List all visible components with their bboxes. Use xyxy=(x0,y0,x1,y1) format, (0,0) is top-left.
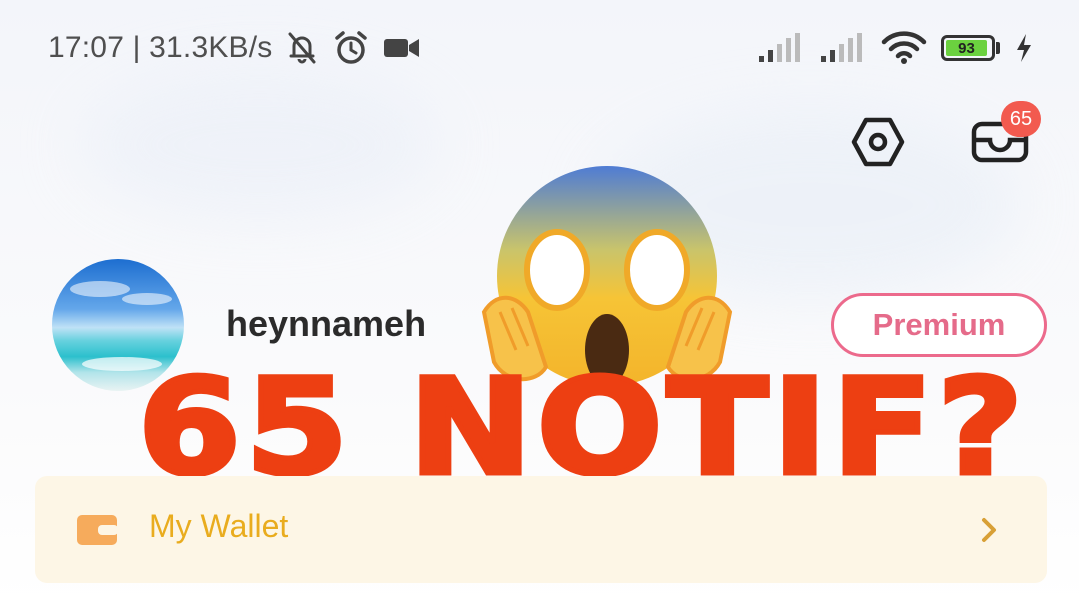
status-right: 93 xyxy=(757,31,1033,65)
chevron-right-icon[interactable] xyxy=(978,517,1000,543)
premium-button[interactable]: Premium xyxy=(831,293,1047,357)
battery-level: 93 xyxy=(958,39,975,57)
battery-icon: 93 xyxy=(941,33,1001,63)
battery-fill: 93 xyxy=(946,39,987,57)
charging-icon xyxy=(1017,34,1031,62)
status-bar: 17:07 | 31.3KB/s 93 xyxy=(0,0,1079,100)
battery-tip xyxy=(996,42,1000,54)
wallet-icon xyxy=(77,515,118,545)
bell-muted-icon xyxy=(288,32,316,64)
alarm-icon xyxy=(335,31,368,64)
username: heynnameh xyxy=(226,303,427,344)
wallet-label: My Wallet xyxy=(149,508,289,544)
status-left: 17:07 | 31.3KB/s xyxy=(48,29,422,67)
avatar-cloud xyxy=(122,293,172,305)
signal-icon xyxy=(821,33,862,62)
status-time-speed: 17:07 | 31.3KB/s xyxy=(48,31,273,64)
settings-button[interactable] xyxy=(848,112,908,172)
battery-body: 93 xyxy=(941,35,995,61)
video-icon xyxy=(384,39,420,57)
wifi-icon xyxy=(881,31,927,64)
signal-icon xyxy=(759,33,800,62)
notification-badge: 65 xyxy=(1001,101,1041,137)
settings-icon xyxy=(851,117,905,167)
avatar-cloud xyxy=(70,281,130,297)
